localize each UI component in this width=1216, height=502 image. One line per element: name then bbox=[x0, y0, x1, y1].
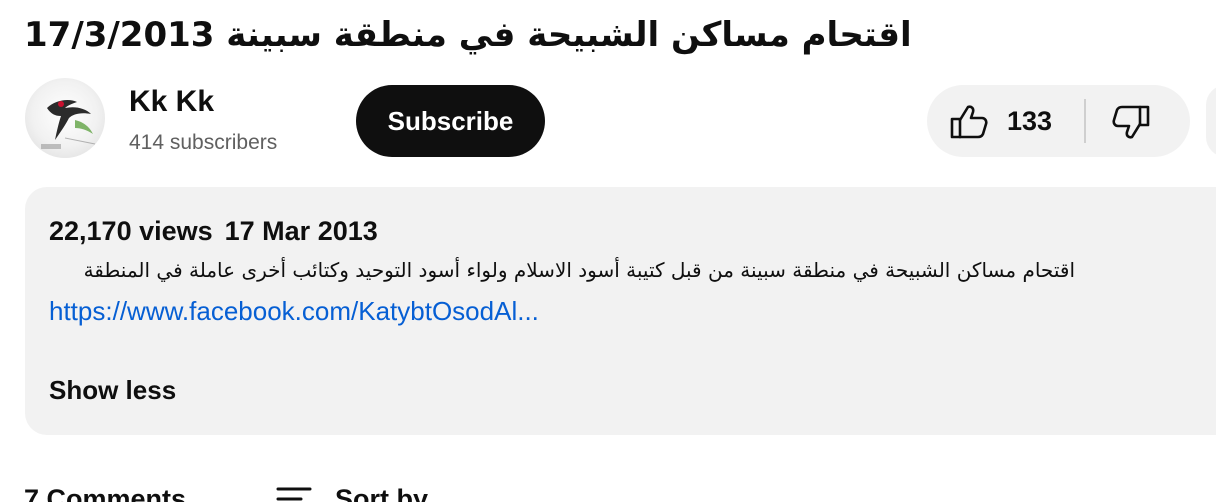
channel-avatar[interactable] bbox=[25, 78, 105, 158]
like-count: 133 bbox=[1007, 106, 1053, 136]
thumbs-up-icon bbox=[949, 103, 989, 146]
comments-count: 7 Comments bbox=[24, 484, 187, 502]
like-dislike-group: 133 bbox=[927, 85, 1190, 157]
description-panel[interactable]: 22,170 views 17 Mar 2013 اقتحام مساكن الش… bbox=[25, 187, 1216, 435]
thumbs-down-icon bbox=[1111, 103, 1151, 146]
view-count: 22,170 views bbox=[49, 216, 213, 246]
video-page: اقتحام مساكن الشبيحة في منطقة سبينة 17/3… bbox=[0, 0, 1216, 502]
show-less-button[interactable]: Show less bbox=[49, 373, 176, 407]
description-text: اقتحام مساكن الشبيحة في منطقة سبينة من ق… bbox=[83, 258, 1075, 282]
subscriber-count: 414 subscribers bbox=[129, 131, 278, 154]
subscribe-button[interactable]: Subscribe bbox=[356, 85, 545, 157]
description-link[interactable]: https://www.facebook.com/KatybtOsodAl... bbox=[49, 294, 539, 328]
view-date-line: 22,170 views 17 Mar 2013 bbox=[49, 214, 378, 248]
like-divider bbox=[1084, 99, 1086, 143]
like-button[interactable]: 133 bbox=[927, 85, 1083, 157]
sort-icon bbox=[275, 484, 313, 502]
channel-name[interactable]: Kk Kk bbox=[129, 84, 214, 120]
channel-avatar-bird-icon bbox=[41, 100, 96, 149]
video-title: اقتحام مساكن الشبيحة في منطقة سبينة 17/3… bbox=[24, 15, 912, 55]
upload-date: 17 Mar 2013 bbox=[224, 216, 378, 246]
share-button[interactable] bbox=[1206, 85, 1216, 157]
dislike-button[interactable] bbox=[1087, 85, 1190, 157]
sort-label: Sort by bbox=[335, 484, 429, 502]
